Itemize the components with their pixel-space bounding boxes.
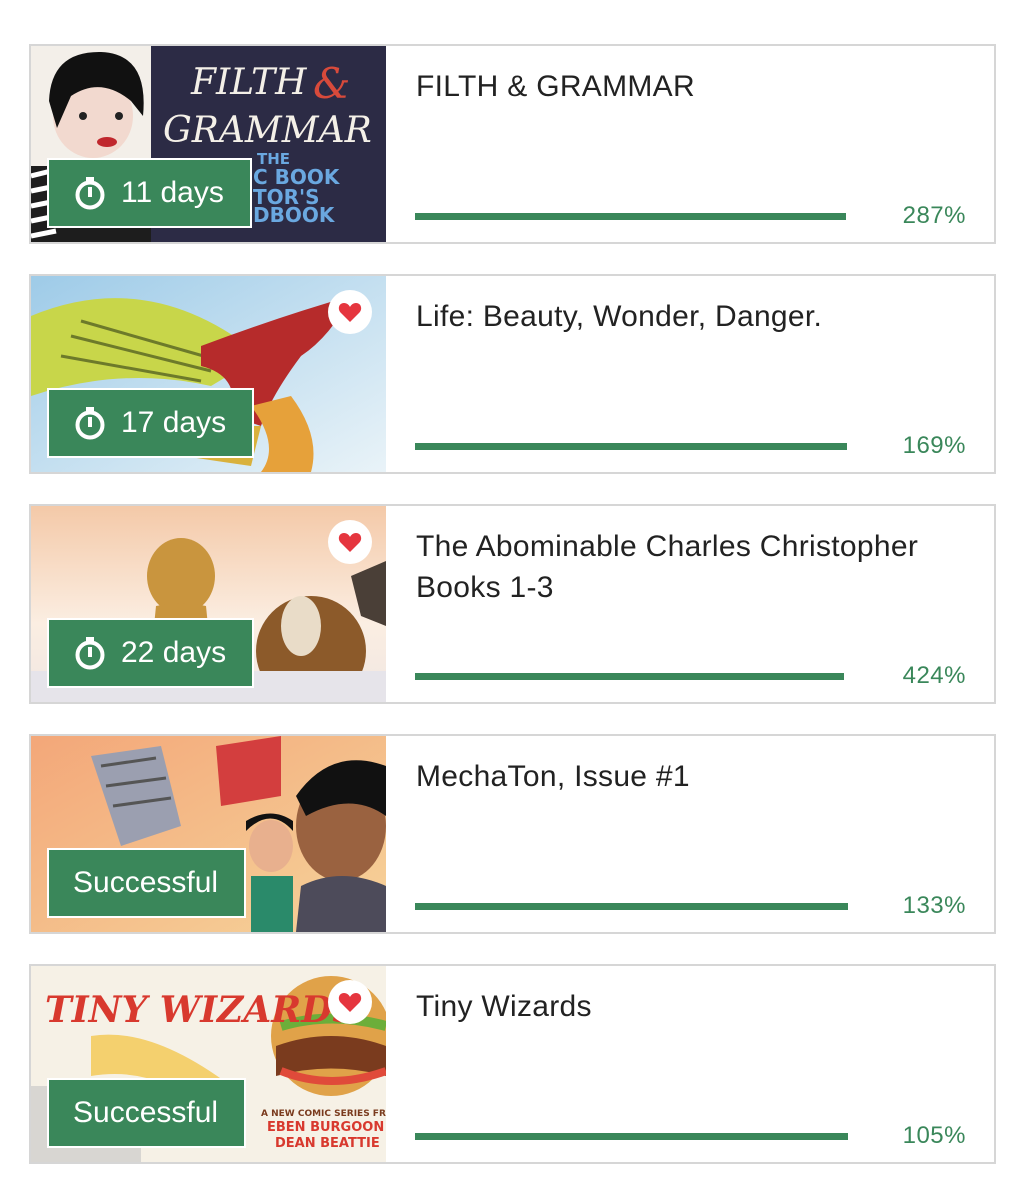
badge-label: Successful xyxy=(73,866,219,899)
project-card[interactable]: TINY WIZARDS A NEW COMIC SERIES FROM: EB… xyxy=(29,964,996,1164)
favorite-heart-icon[interactable] xyxy=(328,290,372,334)
cover-text: & xyxy=(313,59,350,108)
project-title[interactable]: Life: Beauty, Wonder, Danger. xyxy=(416,296,976,337)
project-title[interactable]: FILTH & GRAMMAR xyxy=(416,66,976,107)
badge-label: Successful xyxy=(73,1096,219,1129)
project-title[interactable]: Tiny Wizards xyxy=(416,986,976,1027)
funding-progress-bar xyxy=(415,443,847,450)
cover-text: DBOOK xyxy=(253,203,336,227)
favorite-heart-icon[interactable] xyxy=(328,520,372,564)
status-badge: Successful xyxy=(47,1078,247,1148)
project-title[interactable]: MechaTon, Issue #1 xyxy=(416,756,976,797)
funding-progress-bar xyxy=(415,1133,848,1140)
stopwatch-icon xyxy=(75,177,105,210)
funded-percent: 169% xyxy=(902,432,966,459)
stopwatch-icon xyxy=(75,407,105,440)
funded-percent: 424% xyxy=(902,662,966,689)
badge-label: 17 days xyxy=(121,406,227,439)
cover-text: DEAN BEATTIE xyxy=(275,1136,380,1151)
favorite-heart-icon[interactable] xyxy=(328,980,372,1024)
cover-text: TINY WIZARDS xyxy=(45,989,358,1031)
funded-percent: 287% xyxy=(902,202,966,229)
time-remaining-badge: 17 days xyxy=(47,388,255,458)
funded-percent: 105% xyxy=(902,1122,966,1149)
project-thumbnail: Successful xyxy=(31,736,386,932)
project-card[interactable]: 22 days The Abominable Charles Christoph… xyxy=(29,504,996,704)
status-badge: Successful xyxy=(47,848,247,918)
cover-text: EBEN BURGOON xyxy=(267,1120,384,1135)
badge-label: 11 days xyxy=(121,176,224,209)
project-thumbnail: FILTH & GRAMMAR THE C BOOK TOR'S DBOOK 1… xyxy=(31,46,386,242)
time-remaining-badge: 11 days xyxy=(47,158,252,228)
cover-text: A NEW COMIC SERIES FROM: xyxy=(261,1109,386,1119)
funded-percent: 133% xyxy=(902,892,966,919)
time-remaining-badge: 22 days xyxy=(47,618,255,688)
funding-progress-bar xyxy=(415,673,844,680)
project-thumbnail: TINY WIZARDS A NEW COMIC SERIES FROM: EB… xyxy=(31,966,386,1162)
stopwatch-icon xyxy=(75,637,105,670)
project-thumbnail: 22 days xyxy=(31,506,386,702)
project-card[interactable]: Successful MechaTon, Issue #1 133% xyxy=(29,734,996,934)
funding-progress-bar xyxy=(415,213,846,220)
project-title[interactable]: The Abominable Charles Christopher Books… xyxy=(416,526,976,608)
cover-text: FILTH xyxy=(190,62,307,103)
badge-label: 22 days xyxy=(121,636,227,669)
project-card[interactable]: 17 days Life: Beauty, Wonder, Danger. 16… xyxy=(29,274,996,474)
project-list: FILTH & GRAMMAR THE C BOOK TOR'S DBOOK 1… xyxy=(0,0,1027,1200)
cover-text: GRAMMAR xyxy=(163,110,372,151)
funding-progress-bar xyxy=(415,903,848,910)
project-card[interactable]: FILTH & GRAMMAR THE C BOOK TOR'S DBOOK 1… xyxy=(29,44,996,244)
project-thumbnail: 17 days xyxy=(31,276,386,472)
